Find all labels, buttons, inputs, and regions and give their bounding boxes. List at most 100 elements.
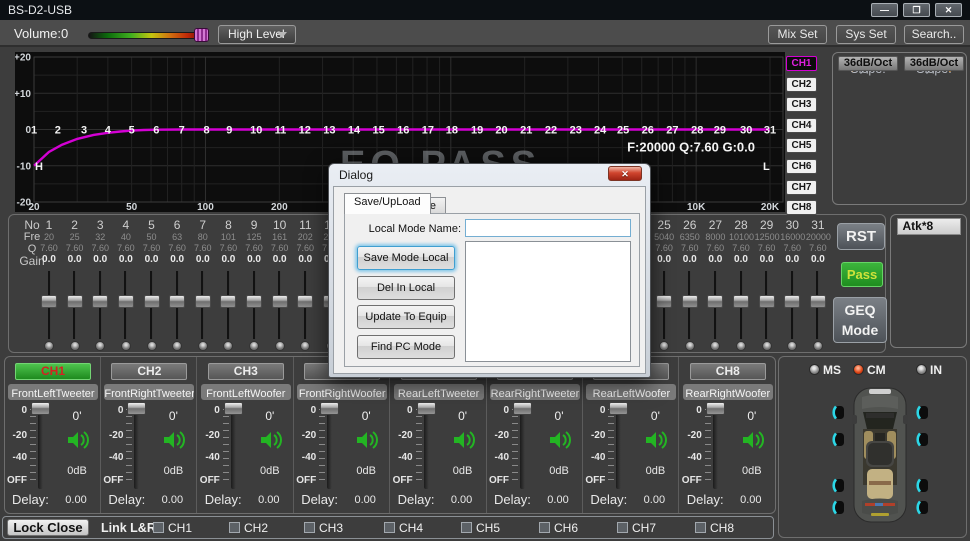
link-check-ch2[interactable]: CH2 (229, 521, 279, 534)
eq-band-knob[interactable] (685, 341, 695, 351)
link-check-ch7[interactable]: CH7 (617, 521, 667, 534)
radio-cm[interactable]: CM (853, 363, 893, 376)
car-speaker-icon-8[interactable] (915, 499, 929, 516)
geq-mode-button[interactable]: GEQ Mode (833, 297, 887, 343)
delay-value[interactable]: 0.00 (441, 494, 483, 506)
fader-handle[interactable] (224, 402, 243, 415)
link-check-ch4[interactable]: CH4 (384, 521, 434, 534)
eq-band-slider-handle[interactable] (144, 295, 160, 308)
eq-band-slider-handle[interactable] (272, 295, 288, 308)
pass-button[interactable]: Pass (841, 262, 883, 287)
graph-channel-button-ch1[interactable]: CH1 (786, 56, 817, 71)
speaker-icon[interactable] (259, 429, 283, 451)
channel-name-field[interactable]: FrontLeftTweeter (8, 384, 98, 400)
speaker-icon[interactable] (162, 429, 186, 451)
delay-value[interactable]: 0.00 (151, 494, 193, 506)
delay-value[interactable]: 0.00 (537, 494, 579, 506)
fader-handle[interactable] (513, 402, 532, 415)
fader-handle[interactable] (127, 402, 146, 415)
eq-band-slider-handle[interactable] (195, 295, 211, 308)
dialog-button-del-in-local[interactable]: Del In Local (357, 276, 455, 300)
local-mode-name-input[interactable] (465, 219, 631, 237)
eq-band-slider-handle[interactable] (169, 295, 185, 308)
channel-name-field[interactable]: RearRightTweeter (490, 384, 580, 400)
minimize-button[interactable]: — (871, 3, 898, 17)
eq-band-knob[interactable] (275, 341, 285, 351)
volume-slider[interactable] (88, 32, 206, 39)
eq-band-slider-handle[interactable] (707, 295, 723, 308)
search-button[interactable]: Search.. (904, 25, 964, 44)
eq-band-knob[interactable] (147, 341, 157, 351)
fader-track[interactable] (520, 407, 525, 489)
sys-set-button[interactable]: Sys Set (836, 25, 896, 44)
eq-band-slider-handle[interactable] (220, 295, 236, 308)
delay-value[interactable]: 0.00 (633, 494, 675, 506)
car-speaker-icon-1[interactable] (831, 404, 845, 421)
mix-set-button[interactable]: Mix Set (768, 25, 827, 44)
volume-slider-handle[interactable] (194, 28, 209, 42)
graph-channel-button-ch2[interactable]: CH2 (786, 77, 817, 92)
input-level-select[interactable]: High Level (218, 25, 296, 44)
eq-band-slider-handle[interactable] (810, 295, 826, 308)
radio-ms[interactable]: MS (809, 363, 849, 376)
delay-value[interactable]: 0.00 (730, 494, 772, 506)
eq-band-knob[interactable] (121, 341, 131, 351)
delay-value[interactable]: 0.00 (55, 494, 97, 506)
graph-channel-button-ch7[interactable]: CH7 (786, 180, 817, 195)
eq-band-slider-handle[interactable] (733, 295, 749, 308)
eq-band-slider-handle[interactable] (297, 295, 313, 308)
link-check-ch6[interactable]: CH6 (539, 521, 589, 534)
speaker-icon[interactable] (741, 429, 765, 451)
speaker-icon[interactable] (355, 429, 379, 451)
graph-channel-button-ch8[interactable]: CH8 (786, 200, 817, 215)
channel-name-field[interactable]: RearRightWoofer (683, 384, 773, 400)
eq-band-slider-handle[interactable] (682, 295, 698, 308)
eq-band-knob[interactable] (659, 341, 669, 351)
channel-name-field[interactable]: FrontRightTweeter (104, 384, 194, 400)
car-speaker-icon-4[interactable] (831, 499, 845, 516)
close-button[interactable]: ✕ (935, 3, 962, 17)
speaker-icon[interactable] (452, 429, 476, 451)
eq-band-knob[interactable] (710, 341, 720, 351)
graph-channel-button-ch6[interactable]: CH6 (786, 159, 817, 174)
fader-handle[interactable] (417, 402, 436, 415)
channel-name-field[interactable]: RearLeftTweeter (394, 384, 484, 400)
speaker-icon[interactable] (644, 429, 668, 451)
channel-name-field[interactable]: FrontLeftWoofer (201, 384, 291, 400)
eq-band-knob[interactable] (762, 341, 772, 351)
graph-channel-button-ch3[interactable]: CH3 (786, 97, 817, 112)
radio-in[interactable]: IN (916, 363, 956, 376)
rst-button[interactable]: RST (837, 223, 885, 250)
dialog-tab-save-upload[interactable]: Save/UpLoad (344, 193, 431, 214)
link-check-ch8[interactable]: CH8 (695, 521, 745, 534)
fader-handle[interactable] (31, 402, 50, 415)
delay-value[interactable]: 0.00 (248, 494, 290, 506)
hp-slope-select[interactable]: 36dB/Oct (838, 56, 898, 71)
eq-band-knob[interactable] (44, 341, 54, 351)
fader-handle[interactable] (609, 402, 628, 415)
delay-value[interactable]: 0.00 (344, 494, 386, 506)
fader-track[interactable] (231, 407, 236, 489)
fader-track[interactable] (134, 407, 139, 489)
local-mode-listbox[interactable] (465, 241, 631, 362)
eq-band-slider-handle[interactable] (784, 295, 800, 308)
eq-band-knob[interactable] (172, 341, 182, 351)
car-speaker-icon-3[interactable] (831, 477, 845, 494)
car-speaker-icon-5[interactable] (915, 404, 929, 421)
car-speaker-icon-6[interactable] (915, 431, 929, 448)
maximize-button[interactable]: ❐ (903, 3, 930, 17)
eq-band-knob[interactable] (70, 341, 80, 351)
channel-button-ch1[interactable]: CH1 (15, 363, 91, 380)
dialog-close-button[interactable]: ✕ (608, 166, 642, 181)
eq-band-knob[interactable] (300, 341, 310, 351)
graph-channel-button-ch4[interactable]: CH4 (786, 118, 817, 133)
eq-band-knob[interactable] (813, 341, 823, 351)
fader-track[interactable] (424, 407, 429, 489)
eq-band-knob[interactable] (198, 341, 208, 351)
link-check-ch3[interactable]: CH3 (304, 521, 354, 534)
lp-slope-select[interactable]: 36dB/Oct (904, 56, 964, 71)
eq-band-slider-handle[interactable] (67, 295, 83, 308)
fader-track[interactable] (616, 407, 621, 489)
link-check-ch5[interactable]: CH5 (461, 521, 511, 534)
eq-band-slider-handle[interactable] (118, 295, 134, 308)
